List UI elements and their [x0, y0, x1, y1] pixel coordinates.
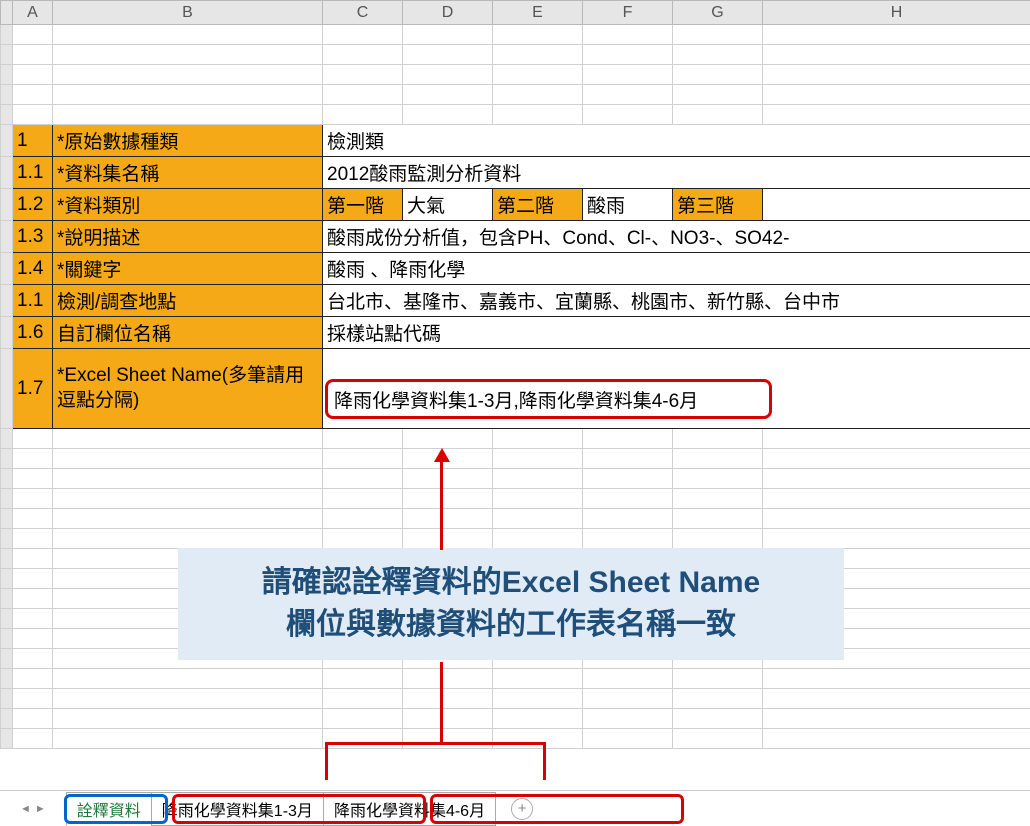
cell-C-r2[interactable]: 2012酸雨監測分析資料 — [323, 157, 1030, 189]
select-all-corner[interactable] — [1, 1, 13, 25]
tab-scroll-right-icon[interactable]: ► — [35, 803, 46, 815]
connector-right-drop — [543, 742, 546, 780]
sheetname-text: 降雨化學資料集1-3月,降雨化學資料集4-6月 — [334, 386, 698, 413]
cell-B-r7[interactable]: 自訂欄位名稱 — [53, 317, 323, 349]
cell-B-r4[interactable]: *說明描述 — [53, 221, 323, 253]
cell-D-r3[interactable]: 大氣 — [403, 189, 493, 221]
cell-B-r5[interactable]: *關鍵字 — [53, 253, 323, 285]
col-header-D[interactable]: D — [403, 1, 493, 25]
connector-left-drop — [325, 742, 328, 780]
cell-B-r1[interactable]: *原始數據種類 — [53, 125, 323, 157]
cell-G-r3[interactable]: 第三階 — [673, 189, 763, 221]
cell-B-r8[interactable]: *Excel Sheet Name(多筆請用逗點分隔) — [53, 349, 323, 429]
col-header-G[interactable]: G — [673, 1, 763, 25]
cell-B-r6[interactable]: 檢測/調查地點 — [53, 285, 323, 317]
cell-A-r5[interactable]: 1.4 — [13, 253, 53, 285]
arrow-line-upper — [440, 460, 443, 550]
add-sheet-button[interactable]: + — [511, 798, 533, 820]
cell-C-r5[interactable]: 酸雨 、降雨化學 — [323, 253, 1030, 285]
sheet-tab-data2[interactable]: 降雨化學資料集4-6月 — [323, 792, 496, 826]
col-header-B[interactable]: B — [53, 1, 323, 25]
cell-A-r3[interactable]: 1.2 — [13, 189, 53, 221]
instruction-callout: 請確認詮釋資料的Excel Sheet Name 欄位與數據資料的工作表名稱一致 — [178, 548, 844, 660]
sheet-tab-data1[interactable]: 降雨化學資料集1-3月 — [151, 792, 324, 826]
cell-B-r2[interactable]: *資料集名稱 — [53, 157, 323, 189]
cell-A-r6[interactable]: 1.1 — [13, 285, 53, 317]
plus-icon: + — [518, 800, 527, 817]
cell-C-r1[interactable]: 檢測類 — [323, 125, 1030, 157]
sheet-tab-metadata[interactable]: 詮釋資料 — [66, 792, 152, 826]
col-header-C[interactable]: C — [323, 1, 403, 25]
callout-line2: 欄位與數據資料的工作表名稱一致 — [200, 604, 822, 646]
cell-C-r8[interactable]: 降雨化學資料集1-3月,降雨化學資料集4-6月 — [323, 349, 1030, 429]
tab-scroll-controls[interactable]: ◄ ► — [20, 803, 46, 815]
sheet-tab-bar: ◄ ► 詮釋資料 降雨化學資料集1-3月 降雨化學資料集4-6月 + — [0, 790, 1030, 826]
column-headers-row: A B C D E F G H — [1, 1, 1030, 25]
cell-A-r8[interactable]: 1.7 — [13, 349, 53, 429]
cell-H-r3[interactable] — [763, 189, 1030, 221]
cell-A-r1[interactable]: 1 — [13, 125, 53, 157]
cell-A-r2[interactable]: 1.1 — [13, 157, 53, 189]
cell-E-r3[interactable]: 第二階 — [493, 189, 583, 221]
cell-A-r4[interactable]: 1.3 — [13, 221, 53, 253]
tab-scroll-left-icon[interactable]: ◄ — [20, 803, 31, 815]
col-header-E[interactable]: E — [493, 1, 583, 25]
arrow-line-lower — [440, 662, 443, 742]
cell-C-r6[interactable]: 台北市、基隆市、嘉義市、宜蘭縣、桃園市、新竹縣、台中市 — [323, 285, 1030, 317]
cell-A-r7[interactable]: 1.6 — [13, 317, 53, 349]
highlighted-sheetname-value: 降雨化學資料集1-3月,降雨化學資料集4-6月 — [325, 379, 772, 419]
col-header-F[interactable]: F — [583, 1, 673, 25]
connector-horizontal — [325, 742, 545, 745]
cell-C-r3[interactable]: 第一階 — [323, 189, 403, 221]
cell-F-r3[interactable]: 酸雨 — [583, 189, 673, 221]
col-header-A[interactable]: A — [13, 1, 53, 25]
cell-B-r3[interactable]: *資料類別 — [53, 189, 323, 221]
cell-C-r4[interactable]: 酸雨成份分析值，包含PH、Cond、Cl-、NO3-、SO42- — [323, 221, 1030, 253]
callout-line1: 請確認詮釋資料的Excel Sheet Name — [200, 562, 822, 604]
col-header-H[interactable]: H — [763, 1, 1030, 25]
